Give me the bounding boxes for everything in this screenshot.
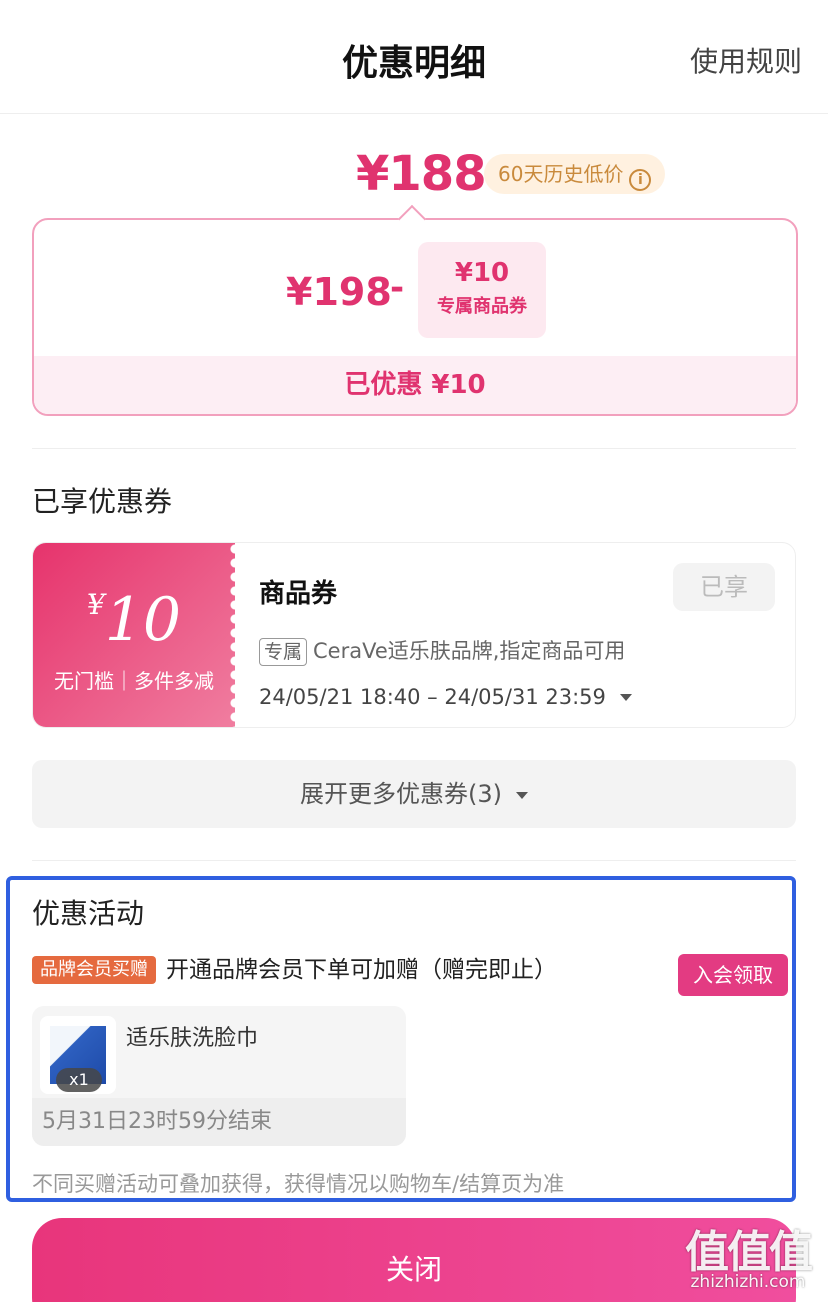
- price-calculation-box: ¥198 - ¥10 专属商品券 已优惠 ¥10: [32, 204, 798, 416]
- coupon-value-panel: ¥10 无门槛｜多件多减: [33, 543, 241, 727]
- chevron-down-icon[interactable]: [619, 694, 632, 701]
- coupon-description-text: CeraVe适乐肤品牌,指定商品可用: [313, 639, 626, 663]
- divider: [32, 448, 796, 449]
- header: 优惠明细 使用规则: [0, 0, 828, 114]
- coupon-card[interactable]: ¥10 无门槛｜多件多减 商品券 已享 专属 CeraVe适乐肤品牌,指定商品可用…: [32, 542, 796, 728]
- coupon-date-range[interactable]: 24/05/21 18:40 – 24/05/31 23:59: [259, 685, 632, 709]
- exclusive-tag: 专属: [259, 638, 308, 666]
- coupon-value: ¥10: [33, 585, 235, 655]
- original-price: ¥198: [286, 270, 392, 314]
- usage-rules-link[interactable]: 使用规则: [690, 40, 802, 80]
- coupon-type: 商品券: [259, 579, 338, 609]
- coupon-description: 专属 CeraVe适乐肤品牌,指定商品可用: [259, 635, 625, 666]
- history-low-label: 60天历史低价: [498, 162, 624, 186]
- coupon-amount: 10: [104, 585, 182, 655]
- minus-sign: -: [390, 268, 405, 308]
- history-low-badge[interactable]: 60天历史低价 i: [484, 154, 666, 194]
- expand-more-label: 展开更多优惠券(3): [300, 780, 502, 808]
- coupons-section-title: 已享优惠券: [32, 485, 173, 518]
- total-saved-bar: 已优惠 ¥10: [34, 356, 796, 414]
- coupon-conditions: 无门槛｜多件多减: [54, 669, 214, 693]
- highlight-box: [6, 876, 796, 1202]
- box-pointer: [397, 204, 427, 234]
- coupon-discount-label: 专属商品券: [437, 296, 527, 317]
- final-price: ¥188: [356, 146, 487, 202]
- coupon-discount-amount: ¥10: [454, 258, 510, 288]
- watermark-domain: zhizhizhi.com: [690, 1272, 806, 1292]
- coupon-scallop-edge: [229, 543, 241, 727]
- chevron-down-icon: [516, 792, 528, 799]
- coupon-currency: ¥: [86, 588, 105, 621]
- coupon-discount-chip: ¥10 专属商品券: [418, 242, 546, 338]
- watermark-logo-text: 值值值: [685, 1227, 813, 1278]
- divider: [32, 860, 796, 861]
- site-watermark-logo: 值值值 zhizhizhi.com: [676, 1216, 820, 1298]
- coupon-date-text: 24/05/21 18:40 – 24/05/31 23:59: [259, 685, 606, 709]
- coupon-status-button[interactable]: 已享: [673, 563, 775, 611]
- info-icon[interactable]: i: [629, 169, 652, 191]
- expand-more-coupons-button[interactable]: 展开更多优惠券(3): [32, 760, 796, 828]
